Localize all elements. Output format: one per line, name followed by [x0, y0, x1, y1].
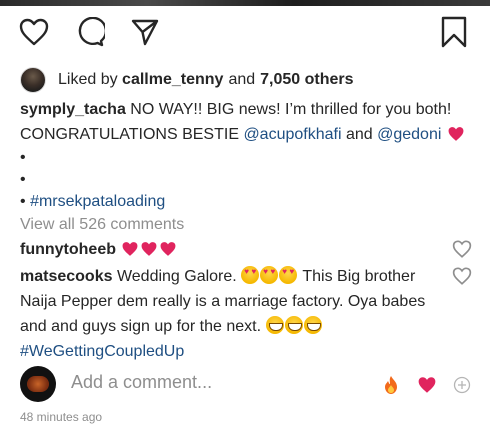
heart-outline-icon [452, 267, 472, 285]
caption-hashtag[interactable]: #mrsekpataloading [30, 193, 165, 210]
comment-item: matsecooks Wedding Galore. This Big brot… [20, 264, 450, 364]
caption-mention-gedoni[interactable]: @gedoni [377, 126, 441, 143]
avatar [20, 366, 56, 402]
likes-summary: Liked by callme_tenny and 7,050 others [20, 66, 354, 94]
quick-reaction-more[interactable] [451, 374, 473, 396]
bookmark-icon [441, 16, 467, 48]
red-heart-emoji-icon [123, 242, 138, 256]
red-heart-emoji-icon [142, 242, 157, 256]
comment-bubble-icon [78, 17, 105, 47]
grinning-emoji-icon [303, 316, 322, 334]
add-comment-row [20, 364, 480, 404]
add-comment-input[interactable] [71, 372, 371, 393]
heart-eyes-emoji-icon [279, 266, 298, 284]
comment-button[interactable] [72, 14, 108, 50]
red-heart-emoji-icon [161, 242, 176, 256]
caption-bullet: • [20, 171, 26, 188]
caption-and-text: and [341, 126, 378, 143]
post-action-bar [0, 14, 490, 54]
caption-username[interactable]: symply_tacha [20, 101, 126, 118]
avatar[interactable] [20, 67, 46, 93]
paper-plane-icon [131, 19, 159, 46]
caption-text-line1: NO WAY!! BIG news! I’m thrilled for you … [130, 101, 452, 118]
post-caption: symply_tacha NO WAY!! BIG news! I’m thri… [20, 97, 480, 213]
view-all-comments-link[interactable]: View all 526 comments [20, 216, 184, 234]
caption-mention-acupofkhafi[interactable]: @acupofkhafi [243, 126, 341, 143]
heart-icon [418, 377, 436, 393]
caption-text-line2: CONGRATULATIONS BESTIE [20, 126, 244, 143]
grinning-emoji-icon [265, 316, 284, 334]
likes-prefix: Liked by [58, 71, 118, 88]
comment-text: Naija Pepper dem really is a marriage fa… [20, 293, 426, 310]
red-heart-emoji-icon [448, 127, 464, 141]
plus-circle-icon [453, 376, 471, 394]
likes-count[interactable]: 7,050 others [260, 71, 353, 89]
fire-icon [385, 376, 397, 394]
heart-outline-icon [19, 18, 49, 46]
heart-outline-icon [452, 240, 472, 258]
comment-item: funnytoheeb [20, 237, 450, 262]
share-button[interactable] [127, 14, 163, 50]
heart-eyes-emoji-icon [241, 266, 260, 284]
comment-text: Wedding Galore. [116, 268, 237, 285]
caption-bullet: • [20, 149, 26, 166]
comment-username[interactable]: matsecooks [20, 268, 113, 285]
post-timestamp: 48 minutes ago [20, 410, 103, 424]
comment-text: and and guys sign up for the next. [20, 318, 262, 335]
liked-by-username[interactable]: callme_tenny [122, 71, 223, 89]
like-button[interactable] [16, 14, 52, 50]
comment-like-button[interactable] [452, 267, 474, 289]
caption-bullet: • [20, 193, 26, 210]
save-button[interactable] [436, 14, 472, 50]
comment-hashtag[interactable]: #WeGettingCoupledUp [20, 339, 450, 364]
heart-eyes-emoji-icon [260, 266, 279, 284]
grinning-emoji-icon [284, 316, 303, 334]
comment-like-button[interactable] [452, 240, 474, 262]
quick-reaction-fire[interactable] [380, 374, 402, 396]
comment-username[interactable]: funnytoheeb [20, 241, 116, 258]
likes-conjunction: and [228, 71, 256, 88]
comment-text: This Big brother [302, 268, 416, 285]
previous-post-image-edge [0, 0, 490, 6]
quick-reaction-heart[interactable] [416, 374, 438, 396]
